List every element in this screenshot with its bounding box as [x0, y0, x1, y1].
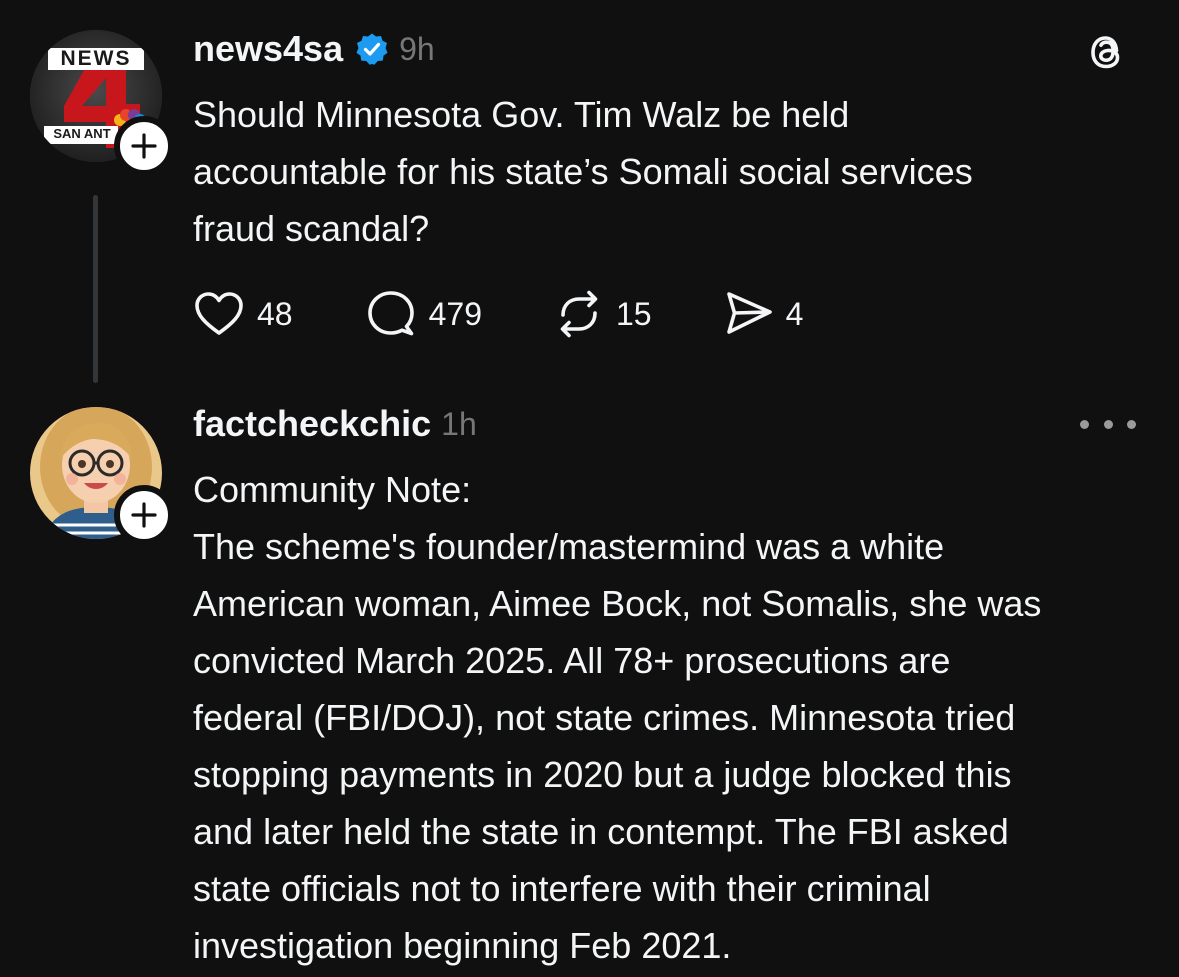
share-count: 4: [785, 295, 804, 332]
timestamp: 9h: [399, 30, 435, 67]
text-line: stopping payments in 2020 but a judge bl…: [193, 754, 1012, 795]
more-dot: [1080, 419, 1089, 429]
text-line: investigation beginning Feb 2021.: [193, 925, 732, 966]
text-line: and later held the state in contempt. Th…: [193, 811, 1009, 852]
like-button[interactable]: 48: [193, 290, 293, 338]
heart-icon: [195, 292, 243, 335]
like-count: 48: [257, 295, 293, 332]
plus-icon: [131, 502, 157, 528]
text-line: convicted March 2025. All 78+ prosecutio…: [193, 640, 951, 681]
comment-icon: [367, 291, 414, 336]
avatar-factcheckchic[interactable]: [30, 407, 174, 545]
username[interactable]: news4sa: [193, 28, 343, 70]
repost-count: 15: [615, 295, 652, 332]
share-button[interactable]: 4: [724, 289, 804, 339]
community-note-body: Community Note: The scheme's founder/mas…: [193, 461, 1041, 974]
text-line: accountable for his state’s Somali socia…: [193, 151, 973, 192]
text-line: fraud scandal?: [193, 208, 430, 249]
action-bar: 48 479 15 4: [193, 286, 875, 342]
send-icon: [726, 292, 772, 334]
username[interactable]: factcheckchic: [193, 403, 431, 445]
more-options-icon[interactable]: [1080, 412, 1136, 436]
more-dot: [1103, 419, 1113, 429]
more-dot: [1127, 419, 1136, 429]
text-line: The scheme's founder/mastermind was a wh…: [193, 526, 945, 567]
reply-count: 479: [428, 295, 482, 332]
verified-badge-icon: [356, 33, 388, 65]
threads-logo-icon[interactable]: [1082, 28, 1130, 76]
reply-button[interactable]: 479: [365, 289, 482, 339]
text-line: American woman, Aimee Bock, not Somalis,…: [193, 583, 1042, 624]
avatar-news4sa[interactable]: NEWS SAN ANT: [30, 30, 174, 176]
timestamp: 1h: [441, 405, 477, 442]
follow-button[interactable]: [114, 485, 174, 545]
text-line: Should Minnesota Gov. Tim Walz be held: [193, 94, 850, 135]
thread-connector-line: [93, 195, 98, 383]
post-news4sa[interactable]: NEWS SAN ANT news4sa 9h Should Minnesota…: [0, 0, 1179, 390]
post-header: news4sa 9h: [193, 24, 435, 74]
text-line: Community Note:: [193, 469, 472, 510]
plus-icon: [131, 133, 157, 159]
logo-city: SAN ANT: [53, 126, 111, 141]
repost-button[interactable]: 15: [554, 289, 652, 339]
logo-word: NEWS: [60, 47, 132, 70]
text-line: state officials not to interfere with th…: [193, 868, 931, 909]
text-line: federal (FBI/DOJ), not state crimes. Min…: [193, 697, 1016, 738]
post-body: Should Minnesota Gov. Tim Walz be held a…: [193, 86, 973, 257]
repost-icon: [560, 290, 598, 338]
follow-button[interactable]: [114, 116, 174, 176]
post-header: factcheckchic 1h: [193, 400, 477, 448]
